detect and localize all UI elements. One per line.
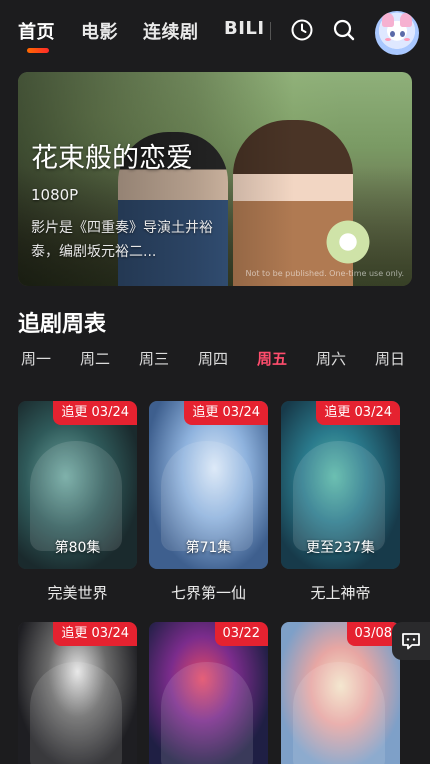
avatar-cheek <box>385 38 391 41</box>
history-button[interactable] <box>288 16 316 44</box>
tab-movies[interactable]: 电影 <box>81 18 118 44</box>
featured-banner[interactable]: 花束般的恋爱 1080P 影片是《四重奏》导演土井裕泰，编剧坂元裕二... No… <box>18 72 412 286</box>
episode-label: 第71集 <box>185 540 232 556</box>
nav-divider <box>270 22 271 40</box>
avatar-eye <box>390 31 395 37</box>
episode-label: 更至237集 <box>306 540 375 556</box>
poster-figure <box>161 662 253 764</box>
avatar-ear <box>400 13 412 27</box>
show-card[interactable]: 追更 03/24 <box>18 622 137 764</box>
day-tab-sun[interactable]: 周日 <box>375 348 405 369</box>
show-card[interactable]: 追更 03/24 更至237集 <box>281 401 400 569</box>
show-title[interactable]: 完美世界 <box>18 582 137 603</box>
show-title[interactable]: 七界第一仙 <box>149 582 268 603</box>
day-tab-wed[interactable]: 周三 <box>139 348 169 369</box>
poster-figure <box>293 662 385 764</box>
poster-figure <box>293 441 385 551</box>
episode-label: 第80集 <box>54 540 101 556</box>
update-badge: 追更 03/24 <box>184 401 268 425</box>
chat-icon <box>402 633 420 650</box>
history-icon <box>291 19 313 41</box>
banner-quality: 1080P <box>31 186 79 204</box>
avatar-cheek <box>404 38 410 41</box>
search-icon <box>333 19 355 41</box>
day-tab-mon[interactable]: 周一 <box>21 348 51 369</box>
poster-figure <box>161 441 253 551</box>
avatar-eye <box>400 31 405 37</box>
poster-figure <box>30 662 122 764</box>
active-tab-indicator <box>27 48 49 53</box>
show-card[interactable]: 追更 03/24 第71集 <box>149 401 268 569</box>
search-button[interactable] <box>330 16 358 44</box>
poster-figure <box>30 441 122 551</box>
show-card[interactable]: 03/08 <box>281 622 400 764</box>
tab-series[interactable]: 连续剧 <box>143 18 199 44</box>
day-tab-sat[interactable]: 周六 <box>316 348 346 369</box>
schedule-title: 追剧周表 <box>18 312 107 337</box>
show-card[interactable]: 追更 03/24 第80集 <box>18 401 137 569</box>
update-badge: 03/22 <box>214 622 268 646</box>
banner-title: 花束般的恋爱 <box>31 143 193 174</box>
avatar-ear <box>382 13 394 27</box>
day-tab-tue[interactable]: 周二 <box>80 348 110 369</box>
banner-description: 影片是《四重奏》导演土井裕泰，编剧坂元裕二... <box>31 220 213 260</box>
update-badge: 追更 03/24 <box>53 622 137 646</box>
day-tab-thu[interactable]: 周四 <box>198 348 228 369</box>
banner-watermark: Not to be published. One-time use only. <box>245 269 405 278</box>
weekday-tabs: 周一 周二 周三 周四 周五 周六 周日 <box>0 348 430 376</box>
update-badge: 追更 03/24 <box>316 401 400 425</box>
top-navigation: 首页 电影 连续剧 BILI <box>0 0 430 64</box>
show-card[interactable]: 03/22 <box>149 622 268 764</box>
avatar[interactable] <box>375 11 419 55</box>
tab-home[interactable]: 首页 <box>18 18 55 44</box>
feedback-button[interactable] <box>392 622 430 660</box>
tab-bili[interactable]: BILI <box>224 18 265 39</box>
show-title[interactable]: 无上神帝 <box>281 582 400 603</box>
day-tab-fri[interactable]: 周五 <box>257 348 287 369</box>
update-badge: 追更 03/24 <box>53 401 137 425</box>
